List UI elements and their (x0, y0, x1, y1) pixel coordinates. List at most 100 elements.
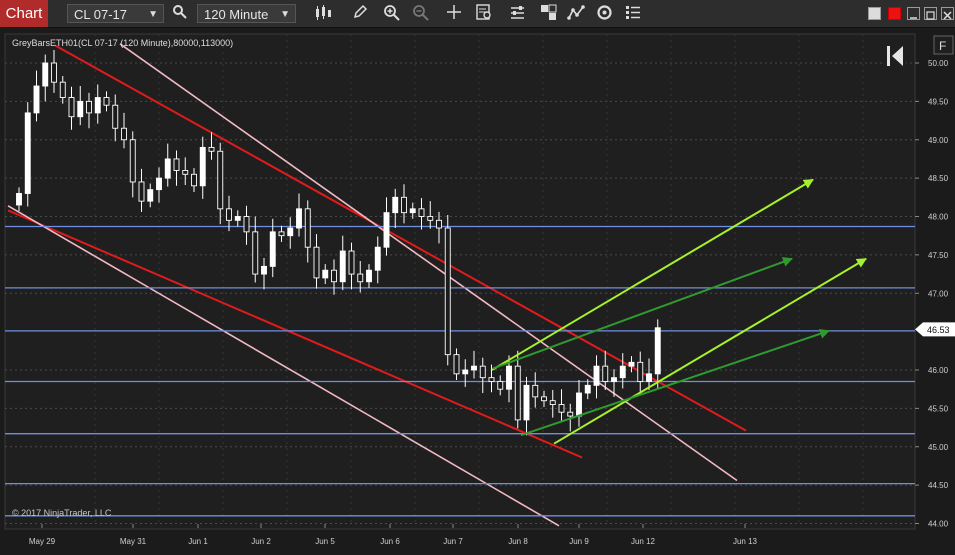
drawing-tools-icon[interactable] (566, 4, 586, 24)
candle-body (208, 146, 215, 152)
candle-body (541, 396, 547, 402)
candle-body (401, 196, 407, 214)
x-tick-label: Jun 1 (188, 537, 208, 546)
candle-body (646, 373, 652, 382)
zoom-in-icon[interactable] (381, 4, 401, 24)
candle-body (436, 219, 442, 229)
price-chart[interactable]: GreyBarsETH01(CL 07-17 (120 Minute),8000… (0, 28, 955, 555)
close-button[interactable] (941, 7, 954, 20)
candle-body (549, 400, 556, 405)
candle-body (243, 216, 250, 233)
x-tick-label: May 31 (120, 537, 147, 546)
data-box-icon[interactable] (474, 4, 494, 24)
chart-panel (4, 33, 916, 530)
candle-body (16, 193, 22, 206)
chart-toolbar: Chart CL 07-17 ▼ 120 Minute ▼ (0, 0, 955, 28)
candle-body (523, 384, 530, 421)
candle-body (348, 250, 355, 275)
candle-body (584, 384, 591, 394)
instrument-selector[interactable]: CL 07-17 ▼ (67, 4, 164, 23)
y-tick-label: 47.00 (928, 289, 949, 298)
window-toggle-button[interactable] (868, 7, 881, 20)
candle-body (471, 365, 477, 371)
link-color-button[interactable] (888, 7, 901, 20)
x-tick-label: Jun 2 (251, 537, 271, 546)
x-tick-label: Jun 13 (733, 537, 758, 546)
candle-body (252, 231, 259, 275)
candle-body (497, 381, 504, 390)
candle-body (287, 227, 294, 237)
x-tick-label: Jun 7 (443, 537, 463, 546)
candle-body (532, 384, 539, 398)
x-tick-label: Jun 12 (631, 537, 656, 546)
y-tick-label: 47.50 (928, 251, 949, 260)
candle-body (339, 250, 346, 283)
candle-body (103, 97, 110, 106)
candle-body (313, 246, 320, 279)
candle-body (86, 100, 92, 114)
candle-body (121, 127, 127, 141)
candle-body (628, 361, 635, 367)
candle-body (147, 189, 154, 202)
candle-body (506, 365, 512, 390)
candle-body (374, 246, 381, 271)
candle-body (129, 139, 136, 183)
zoom-out-icon[interactable] (410, 4, 430, 24)
scroll-end-icon[interactable] (884, 44, 906, 70)
y-tick-label: 44.00 (928, 520, 949, 529)
candle-body (357, 273, 364, 283)
pencil-icon[interactable] (350, 4, 370, 24)
x-tick-label: Jun 6 (380, 537, 400, 546)
candle-body (269, 231, 276, 267)
candle-body (94, 97, 101, 114)
x-tick-label: May 29 (29, 537, 56, 546)
crosshair-icon[interactable] (444, 4, 464, 24)
candle-body (234, 216, 241, 221)
candle-body (173, 158, 180, 171)
maximize-button[interactable] (924, 7, 937, 20)
candle-body (59, 81, 66, 98)
candle-body (479, 365, 486, 379)
search-icon[interactable] (170, 4, 190, 24)
candle-body (418, 208, 425, 217)
candle-body (164, 158, 171, 179)
y-tick-label: 48.50 (928, 174, 949, 183)
candle-body (217, 150, 224, 210)
y-tick-label: 44.50 (928, 481, 949, 490)
y-tick-label: 50.00 (928, 59, 949, 68)
y-tick-label: 49.00 (928, 136, 949, 145)
candle-body (427, 216, 434, 221)
candle-body (322, 269, 329, 279)
candle-body (304, 208, 311, 248)
templates-icon[interactable] (538, 4, 558, 24)
last-price-label: 46.53 (927, 325, 950, 335)
reload-icon[interactable] (594, 4, 614, 24)
object-list-icon[interactable] (623, 4, 643, 24)
candle-body (33, 85, 40, 114)
instrument-label: CL 07-17 (74, 7, 127, 22)
y-tick-label: 49.50 (928, 97, 949, 106)
bar-type-icon[interactable] (313, 4, 333, 24)
candle-body (409, 208, 416, 214)
candle-body (138, 181, 145, 202)
candle-body (51, 62, 57, 83)
candle-body (191, 173, 197, 187)
f-button-label: F (939, 39, 946, 53)
candle-body (77, 100, 84, 118)
candle-body (593, 365, 600, 386)
indicator-label: GreyBarsETH01(CL 07-17 (120 Minute),8000… (12, 38, 233, 48)
candle-body (226, 208, 232, 221)
candle-body (156, 177, 162, 191)
minimize-button[interactable] (907, 7, 920, 20)
candle-body (611, 377, 617, 382)
y-tick-label: 45.50 (928, 404, 949, 413)
properties-icon[interactable] (507, 4, 527, 24)
interval-selector[interactable]: 120 Minute ▼ (197, 4, 296, 23)
candle-body (296, 208, 302, 229)
candle-body (558, 404, 565, 413)
candle-body (366, 269, 372, 283)
candle-body (199, 146, 206, 187)
candle-body (42, 62, 49, 87)
chart-tab[interactable]: Chart (0, 0, 48, 27)
candle-body (488, 377, 495, 382)
